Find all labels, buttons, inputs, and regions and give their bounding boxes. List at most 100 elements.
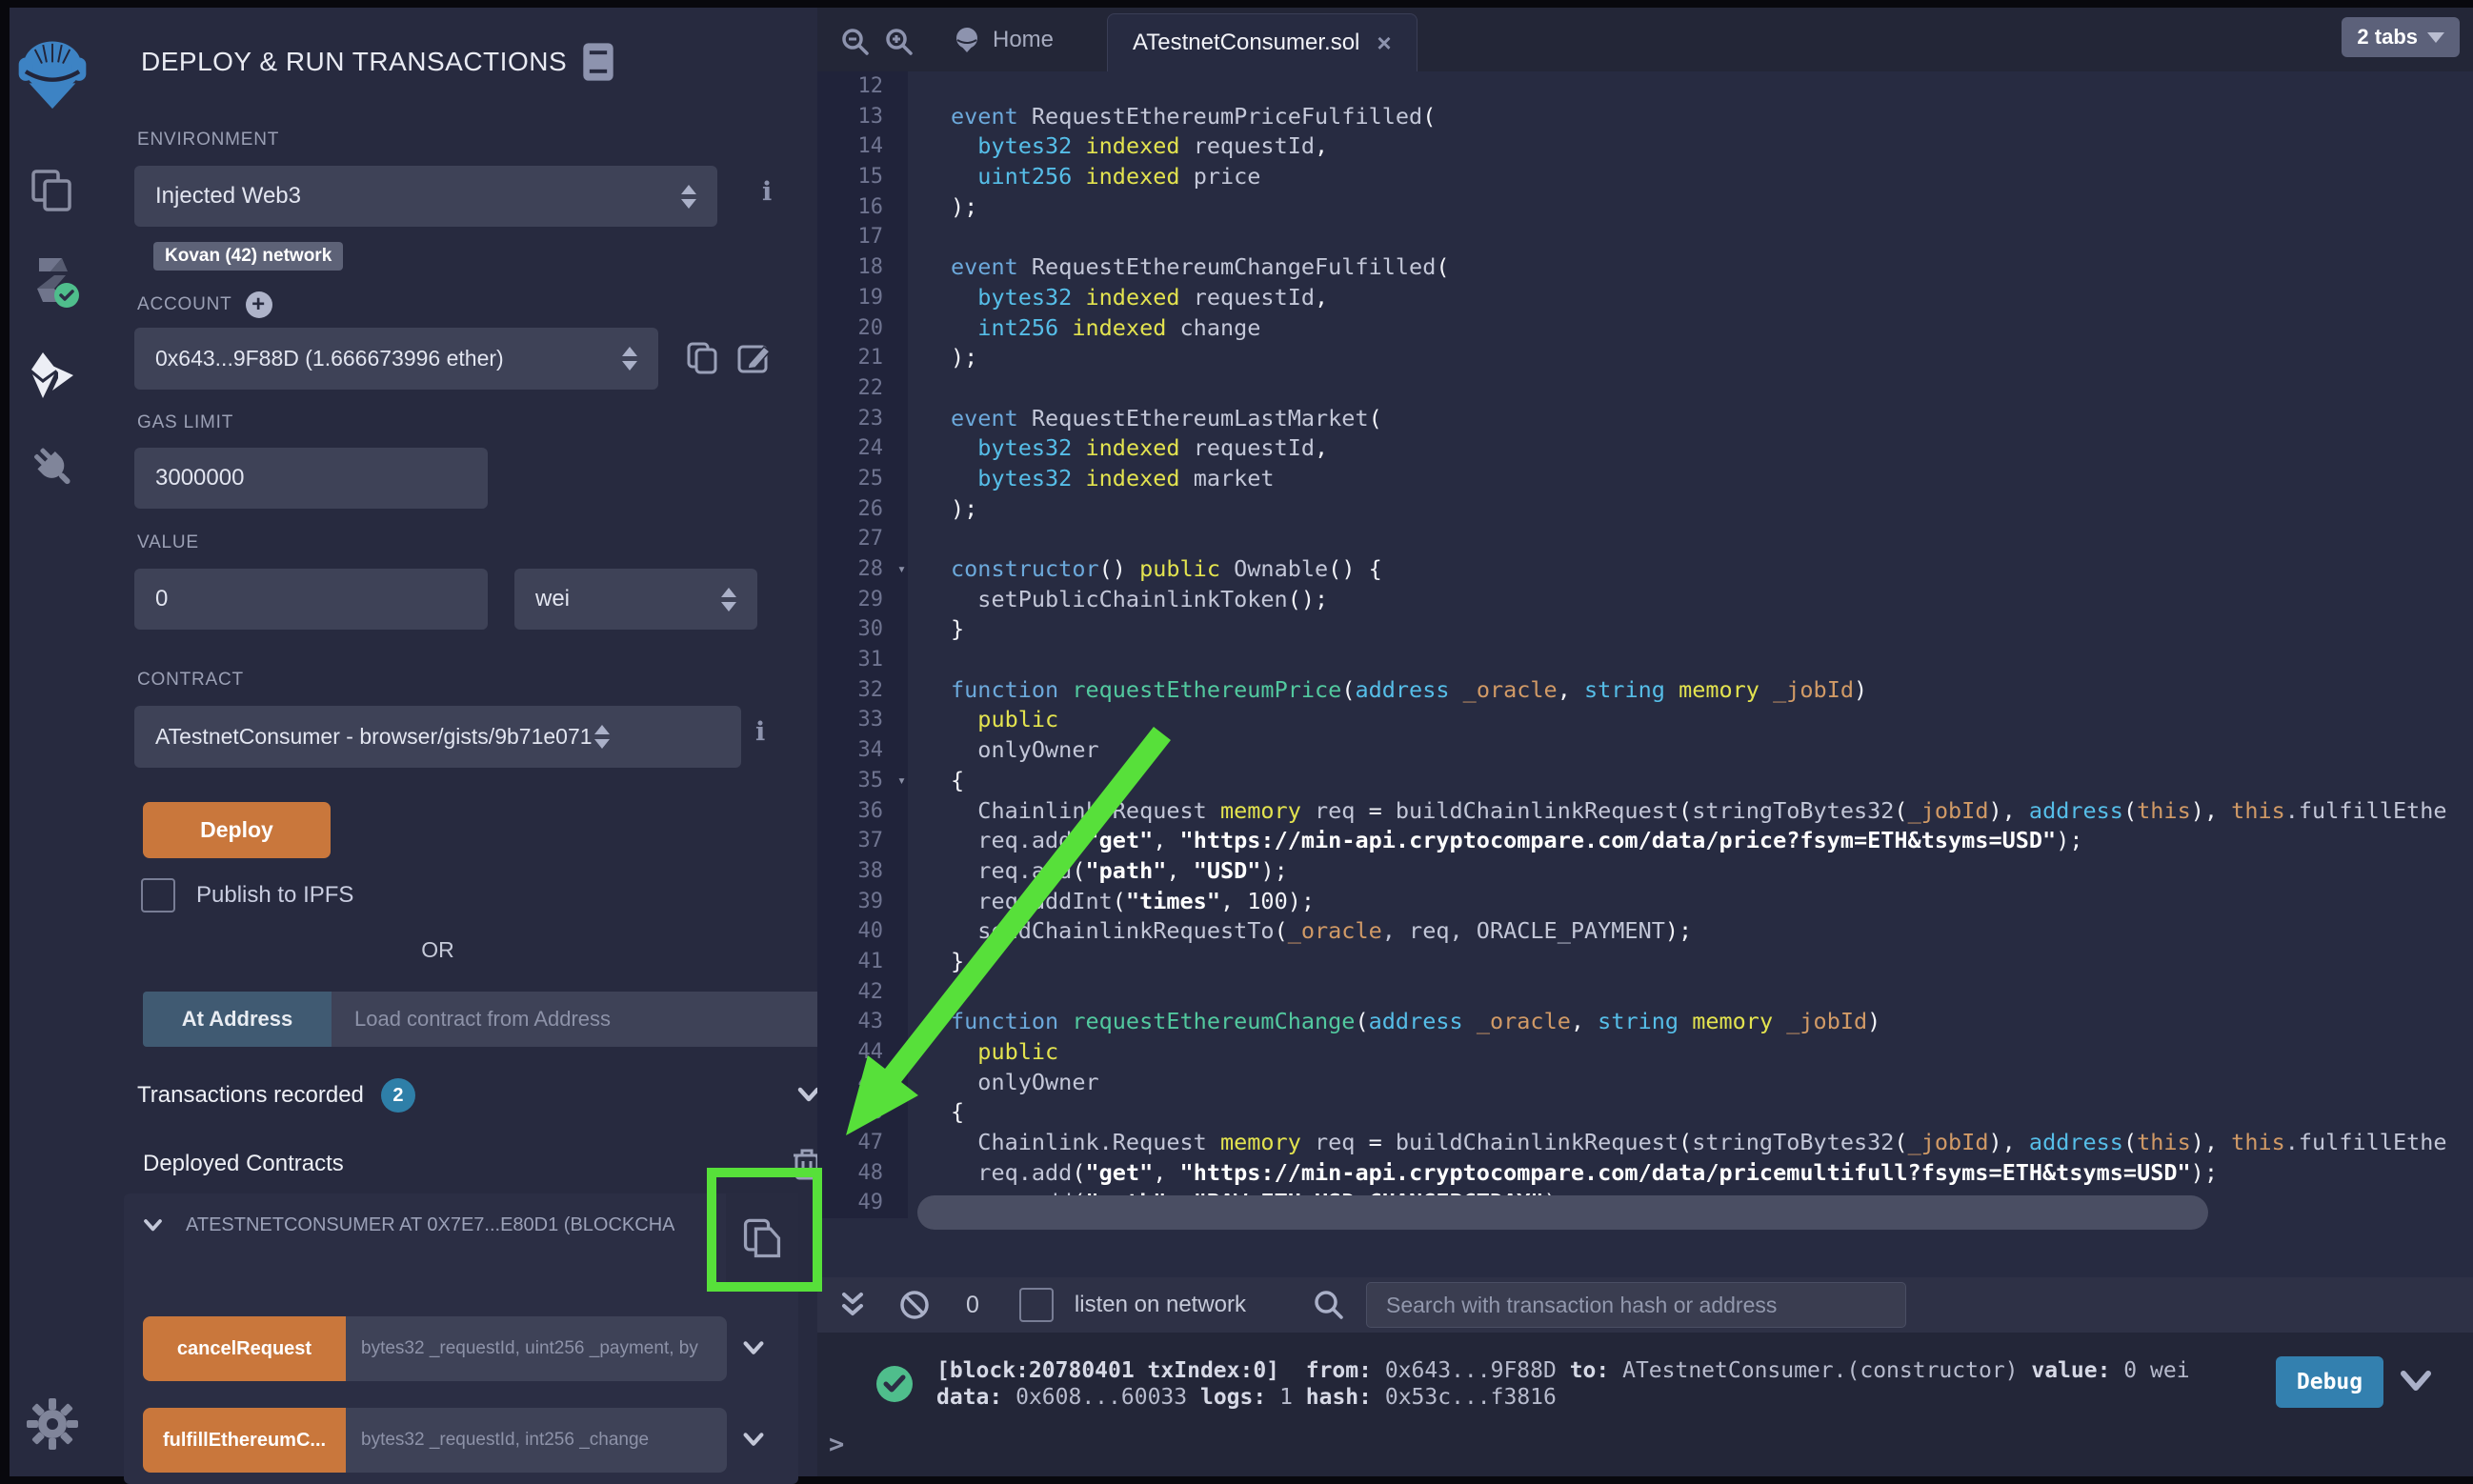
zoom-out-icon[interactable]	[840, 27, 871, 57]
tab-home-label: Home	[993, 27, 1054, 53]
environment-select[interactable]: Injected Web3	[134, 166, 717, 227]
code-line: 17	[817, 222, 2473, 252]
deploy-run-panel: DEPLOY & RUN TRANSACTIONS ENVIRONMENT In…	[95, 8, 818, 1476]
account-label-row: ACCOUNT +	[137, 291, 272, 318]
value-label: VALUE	[137, 532, 199, 553]
terminal-log-line: [block:20780401 txIndex:0] from: 0x643..…	[936, 1357, 2190, 1384]
collapse-terminal-icon[interactable]	[838, 1289, 867, 1321]
tab-active-file[interactable]: ATestnetConsumer.sol ×	[1107, 13, 1417, 71]
close-tab-icon[interactable]: ×	[1377, 29, 1391, 58]
code-line: 29 setPublicChainlinkToken();	[817, 585, 2473, 615]
copy-contract-icon[interactable]	[741, 1216, 783, 1262]
file-explorer-icon[interactable]	[10, 166, 95, 215]
contract-label: CONTRACT	[137, 670, 244, 691]
code-line: 26);	[817, 494, 2473, 525]
gas-limit-value: 3000000	[155, 465, 244, 491]
select-arrows-icon	[622, 347, 637, 371]
code-line: 15 uint256 indexed price	[817, 162, 2473, 192]
account-label: ACCOUNT	[137, 294, 232, 315]
deploy-button[interactable]: Deploy	[143, 802, 331, 858]
environment-info-icon[interactable]: i	[762, 177, 772, 207]
settings-gear-icon[interactable]	[10, 1396, 95, 1452]
transactions-recorded-row[interactable]: Transactions recorded 2	[137, 1074, 823, 1116]
edit-account-icon[interactable]	[735, 339, 774, 377]
contract-select[interactable]: ATestnetConsumer - browser/gists/9b71e07…	[134, 706, 741, 768]
code-line: 39 req.addInt("times", 100);	[817, 887, 2473, 917]
copy-account-icon[interactable]	[684, 339, 722, 377]
publish-ipfs-label: Publish to IPFS	[196, 882, 353, 909]
network-badge: Kovan (42) network	[153, 242, 343, 271]
chevron-down-icon	[2427, 32, 2444, 43]
code-line: 37 req.add("get", "https://min-api.crypt…	[817, 826, 2473, 856]
doc-icon	[582, 42, 614, 82]
deployed-instance-title: ATESTNETCONSUMER AT 0X7E7...E80D1 (BLOCK…	[186, 1214, 674, 1236]
select-arrows-icon	[594, 725, 610, 749]
function-row: cancelRequest bytes32 _requestId, uint25…	[143, 1316, 767, 1381]
deployed-contracts-row: Deployed Contracts	[143, 1143, 823, 1185]
or-divider: OR	[134, 937, 741, 963]
code-line: 14 bytes32 indexed requestId,	[817, 131, 2473, 162]
deployed-instance-header[interactable]: ATESTNETCONSUMER AT 0X7E7...E80D1 (BLOCK…	[141, 1214, 674, 1236]
code-line: 18event RequestEthereumChangeFulfilled(	[817, 252, 2473, 283]
fulfill-ethereum-change-params-input[interactable]: bytes32 _requestId, int256 _change	[346, 1408, 727, 1473]
code-line: 31	[817, 645, 2473, 675]
code-lines[interactable]: 1213event RequestEthereumPriceFulfilled(…	[817, 71, 2473, 1253]
copy-contract-tile[interactable]	[726, 1193, 798, 1284]
pending-tx-count: 0	[966, 1292, 979, 1319]
expand-log-chevron-icon[interactable]	[2399, 1369, 2433, 1394]
gas-limit-label: GAS LIMIT	[137, 412, 233, 433]
code-line: 25 bytes32 indexed market	[817, 464, 2473, 494]
plugin-manager-icon[interactable]	[10, 441, 95, 494]
code-line: 40 sendChainlinkRequestTo(_oracle, req, …	[817, 916, 2473, 947]
value-input[interactable]: 0	[134, 569, 488, 630]
terminal-search-input[interactable]: Search with transaction hash or address	[1366, 1282, 1906, 1328]
value-amount: 0	[155, 586, 168, 612]
chevron-down-icon[interactable]	[740, 1339, 767, 1358]
code-line: 34 onlyOwner	[817, 735, 2473, 766]
listen-network-checkbox[interactable]	[1019, 1288, 1054, 1322]
code-line: 43function requestEthereumChange(address…	[817, 1007, 2473, 1037]
code-line: 33 public	[817, 705, 2473, 735]
panel-title: DEPLOY & RUN TRANSACTIONS	[141, 47, 567, 77]
cancel-request-params-input[interactable]: bytes32 _requestId, uint256 _payment, by	[346, 1316, 727, 1381]
transactions-recorded-label: Transactions recorded	[137, 1082, 364, 1109]
clear-console-icon[interactable]	[897, 1288, 932, 1322]
chevron-down-icon[interactable]	[740, 1431, 767, 1450]
at-address-input[interactable]: Load contract from Address	[332, 992, 853, 1047]
value-unit: wei	[535, 586, 570, 612]
tab-home[interactable]: Home	[926, 8, 1080, 71]
code-line: 32function requestEthereumPrice(address …	[817, 675, 2473, 706]
contract-info-icon[interactable]: i	[755, 717, 765, 747]
activity-bar	[10, 8, 95, 1476]
deploy-and-run-icon[interactable]	[10, 349, 95, 402]
code-line: 36 Chainlink.Request memory req = buildC…	[817, 796, 2473, 827]
deployed-contracts-label: Deployed Contracts	[143, 1151, 344, 1177]
debug-button[interactable]: Debug	[2276, 1356, 2383, 1408]
zoom-in-icon[interactable]	[884, 27, 915, 57]
transactions-count-badge: 2	[381, 1078, 415, 1113]
remix-logo-icon	[10, 36, 95, 116]
code-editor: Home ATestnetConsumer.sol × 2 tabs 1213e…	[817, 8, 2473, 1277]
code-line: 16);	[817, 192, 2473, 223]
account-select[interactable]: 0x643...9F88D (1.666673996 ether)	[134, 328, 658, 390]
select-arrows-icon	[681, 185, 696, 209]
terminal-log-line: data: 0x608...60033 logs: 1 hash: 0x53c.…	[936, 1384, 2190, 1411]
fold-icon: ▾	[897, 766, 906, 796]
editor-tab-bar: Home ATestnetConsumer.sol × 2 tabs	[817, 8, 2473, 71]
terminal-log-lines[interactable]: [block:20780401 txIndex:0] from: 0x643..…	[936, 1357, 2190, 1411]
cancel-request-button[interactable]: cancelRequest	[143, 1316, 346, 1381]
publish-ipfs-checkbox[interactable]	[141, 878, 175, 912]
at-address-button[interactable]: At Address	[143, 992, 332, 1047]
value-unit-select[interactable]: wei	[514, 569, 757, 630]
fulfill-ethereum-change-button[interactable]: fulfillEthereumC...	[143, 1408, 346, 1473]
account-value: 0x643...9F88D (1.666673996 ether)	[155, 346, 504, 371]
gas-limit-input[interactable]: 3000000	[134, 448, 488, 509]
search-icon	[1313, 1289, 1345, 1321]
tabs-count-button[interactable]: 2 tabs	[2342, 17, 2460, 57]
chevron-down-icon[interactable]	[141, 1217, 165, 1234]
code-line: 12	[817, 71, 2473, 102]
horizontal-scrollbar[interactable]	[917, 1195, 2208, 1230]
add-account-icon[interactable]: +	[246, 291, 272, 318]
solidity-compiler-icon[interactable]	[10, 251, 95, 310]
terminal-prompt[interactable]: >	[829, 1430, 844, 1459]
